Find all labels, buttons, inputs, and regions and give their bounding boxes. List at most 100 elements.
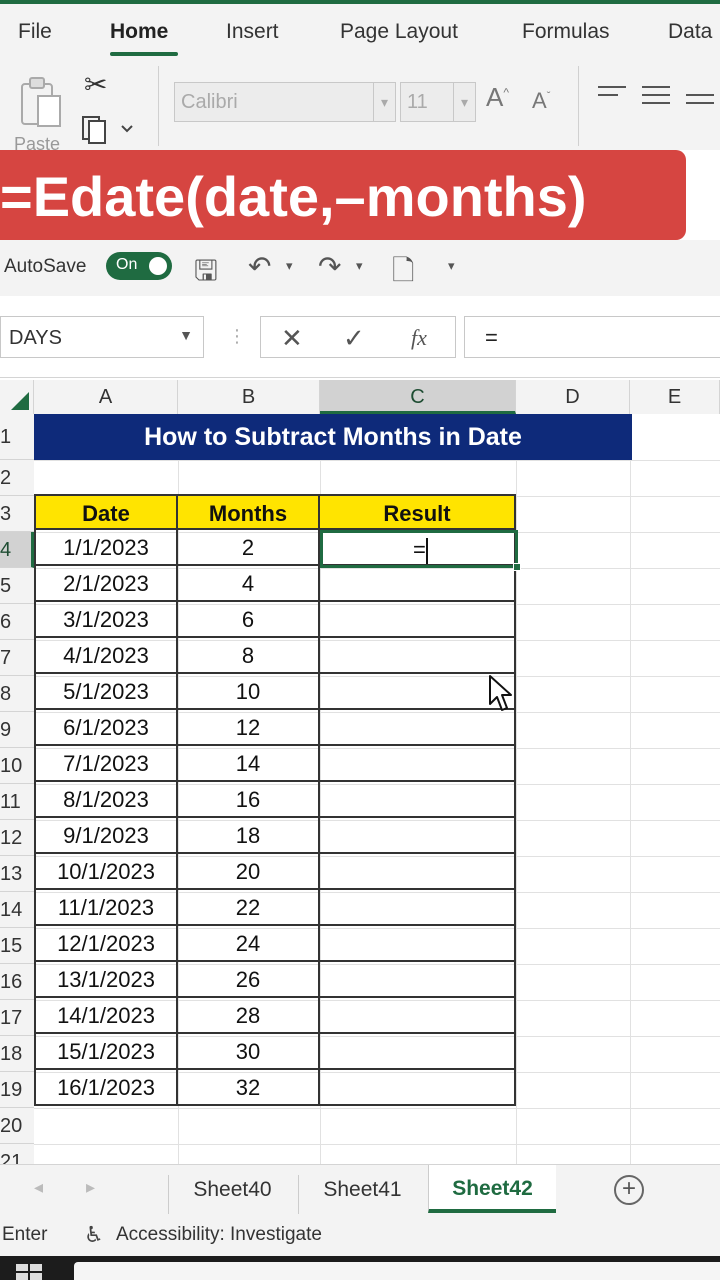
- row-header-8[interactable]: 8: [0, 676, 34, 712]
- months-cell[interactable]: 2: [178, 530, 320, 566]
- months-cell[interactable]: 32: [178, 1070, 320, 1106]
- months-cell[interactable]: 14: [178, 746, 320, 782]
- active-cell-c4[interactable]: =: [320, 530, 521, 571]
- insert-function-icon[interactable]: fx: [411, 325, 427, 351]
- row-header-2[interactable]: 2: [0, 460, 34, 496]
- font-name-dropdown[interactable]: Calibri ▾: [174, 82, 396, 122]
- date-cell[interactable]: 6/1/2023: [34, 710, 178, 746]
- font-size-dropdown[interactable]: 11 ▾: [400, 82, 476, 122]
- date-cell[interactable]: 4/1/2023: [34, 638, 178, 674]
- print-preview-icon[interactable]: 🗋: [392, 250, 415, 298]
- formula-input[interactable]: =: [464, 316, 720, 358]
- row-header-5[interactable]: 5: [0, 568, 34, 604]
- date-cell[interactable]: 3/1/2023: [34, 602, 178, 638]
- accessibility-status[interactable]: Accessibility: Investigate: [116, 1224, 322, 1246]
- result-cell[interactable]: [320, 926, 516, 962]
- increase-font-size-icon[interactable]: A^: [486, 82, 509, 113]
- months-cell[interactable]: 30: [178, 1034, 320, 1070]
- tab-insert[interactable]: Insert: [226, 20, 279, 44]
- result-cell[interactable]: [320, 854, 516, 890]
- column-header-c[interactable]: C: [320, 380, 516, 414]
- row-header-11[interactable]: 11: [0, 784, 34, 820]
- row-header-17[interactable]: 17: [0, 1000, 34, 1036]
- months-cell[interactable]: 12: [178, 710, 320, 746]
- accessibility-icon[interactable]: ♿: [84, 1222, 104, 1248]
- decrease-font-size-icon[interactable]: Aˇ: [532, 88, 550, 114]
- row-header-6[interactable]: 6: [0, 604, 34, 640]
- align-middle-icon[interactable]: [642, 86, 670, 110]
- result-cell[interactable]: [320, 602, 516, 638]
- date-cell[interactable]: 16/1/2023: [34, 1070, 178, 1106]
- tab-formulas[interactable]: Formulas: [522, 20, 610, 44]
- row-header-16[interactable]: 16: [0, 964, 34, 1000]
- align-bottom-icon[interactable]: [686, 94, 714, 118]
- align-top-icon[interactable]: [598, 86, 626, 110]
- row-header-20[interactable]: 20: [0, 1108, 34, 1144]
- undo-icon[interactable]: ↶: [248, 250, 271, 283]
- date-cell[interactable]: 8/1/2023: [34, 782, 178, 818]
- autosave-toggle[interactable]: On: [106, 252, 172, 280]
- column-header-d[interactable]: D: [516, 380, 630, 414]
- scroll-sheets-left-icon[interactable]: ◂: [34, 1177, 43, 1198]
- fill-handle[interactable]: [513, 563, 521, 571]
- sheet-tab-sheet41[interactable]: Sheet41: [298, 1175, 426, 1215]
- row-header-15[interactable]: 15: [0, 928, 34, 964]
- tab-page-layout[interactable]: Page Layout: [340, 20, 458, 44]
- months-cell[interactable]: 10: [178, 674, 320, 710]
- row-header-12[interactable]: 12: [0, 820, 34, 856]
- row-header-14[interactable]: 14: [0, 892, 34, 928]
- date-cell[interactable]: 2/1/2023: [34, 566, 178, 602]
- date-cell[interactable]: 13/1/2023: [34, 962, 178, 998]
- tab-file[interactable]: File: [18, 20, 52, 44]
- name-box[interactable]: DAYS ▼: [0, 316, 204, 358]
- date-cell[interactable]: 15/1/2023: [34, 1034, 178, 1070]
- months-cell[interactable]: 8: [178, 638, 320, 674]
- result-cell[interactable]: [320, 782, 516, 818]
- months-cell[interactable]: 26: [178, 962, 320, 998]
- copy-icon[interactable]: [80, 114, 136, 144]
- table-header-date[interactable]: Date: [34, 494, 178, 530]
- select-all-button[interactable]: [0, 380, 34, 414]
- result-cell[interactable]: [320, 1034, 516, 1070]
- result-cell[interactable]: [320, 638, 516, 674]
- result-cell[interactable]: [320, 710, 516, 746]
- result-cell[interactable]: [320, 998, 516, 1034]
- result-cell[interactable]: [320, 1070, 516, 1106]
- sheet-tab-sheet40[interactable]: Sheet40: [168, 1175, 296, 1215]
- row-header-21[interactable]: 21: [0, 1144, 34, 1164]
- date-cell[interactable]: 7/1/2023: [34, 746, 178, 782]
- sheet-tab-sheet42[interactable]: Sheet42: [428, 1165, 556, 1213]
- date-cell[interactable]: 5/1/2023: [34, 674, 178, 710]
- date-cell[interactable]: 12/1/2023: [34, 926, 178, 962]
- result-cell[interactable]: [320, 962, 516, 998]
- table-header-result[interactable]: Result: [320, 494, 516, 530]
- column-header-e[interactable]: E: [630, 380, 720, 414]
- windows-start-icon[interactable]: [16, 1264, 44, 1280]
- row-header-1[interactable]: 1: [0, 414, 34, 460]
- cut-icon[interactable]: ✂: [84, 68, 107, 101]
- result-cell[interactable]: [320, 566, 516, 602]
- date-cell[interactable]: 1/1/2023: [34, 530, 178, 566]
- undo-dropdown-icon[interactable]: ▾: [286, 258, 293, 274]
- row-header-13[interactable]: 13: [0, 856, 34, 892]
- months-cell[interactable]: 24: [178, 926, 320, 962]
- row-header-3[interactable]: 3: [0, 496, 34, 532]
- date-cell[interactable]: 11/1/2023: [34, 890, 178, 926]
- spreadsheet-grid[interactable]: ABCDE 1 2 3 4 5 6 7 8 9 10 11 12 13 14 15 16 17 18 19 20 21 …: [0, 378, 720, 1164]
- date-cell[interactable]: 9/1/2023: [34, 818, 178, 854]
- date-cell[interactable]: 14/1/2023: [34, 998, 178, 1034]
- redo-dropdown-icon[interactable]: ▾: [356, 258, 363, 274]
- redo-icon[interactable]: ↷: [318, 250, 341, 283]
- save-icon[interactable]: 🖫: [194, 250, 218, 298]
- row-header-19[interactable]: 19: [0, 1072, 34, 1108]
- months-cell[interactable]: 20: [178, 854, 320, 890]
- tab-home[interactable]: Home: [110, 20, 168, 44]
- sheet-title-cell[interactable]: How to Subtract Months in Date: [34, 414, 632, 460]
- column-header-a[interactable]: A: [34, 380, 178, 414]
- row-header-7[interactable]: 7: [0, 640, 34, 676]
- result-cell[interactable]: [320, 746, 516, 782]
- row-header-4[interactable]: 4: [0, 532, 34, 568]
- result-cell[interactable]: [320, 818, 516, 854]
- row-header-18[interactable]: 18: [0, 1036, 34, 1072]
- result-cell[interactable]: [320, 890, 516, 926]
